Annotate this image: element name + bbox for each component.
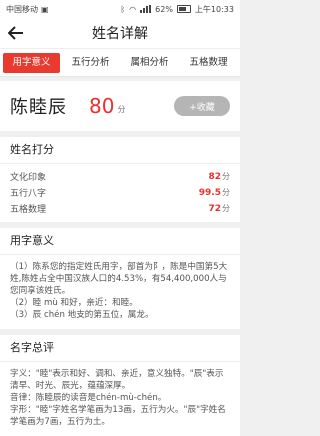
app-bar: 姓名详解	[0, 18, 240, 49]
meaning-text: （1）陈系您的指定姓氏用字，部首为阝，陈是中国第5大姓,陈姓占全中国汉族人口的4…	[0, 255, 240, 329]
score-row-bazi: 五行八字 99.5分	[0, 184, 240, 200]
score-row-label: 五格数理	[10, 204, 47, 215]
score-row-label: 五行八字	[10, 188, 47, 199]
status-bar: 中国移动 ▣ ᛒ ◠ 62% 上午10:33	[0, 0, 240, 18]
bluetooth-icon: ᛒ	[120, 4, 126, 14]
score-rows: 文化印象 82分 五行八字 99.5分 五格数理 72分	[0, 164, 240, 222]
summary-card: 名字总评 字义："睦"表示和好、调和、亲近，意义独特。"辰"表示清早、时光、辰光…	[0, 335, 240, 436]
back-button[interactable]	[8, 24, 24, 42]
meaning-line: （2）睦 mù 和好，亲近：和睦。	[10, 298, 138, 308]
tab-five-elements[interactable]: 五行分析	[62, 53, 119, 73]
meaning-line: （3）辰 chén 地支的第五位，属龙。	[10, 310, 154, 320]
summary-line: 字义："睦"表示和好、调和、亲近，意义独特。"辰"表示清早、时光、辰光，蕴蕴深厚…	[10, 369, 224, 391]
total-score: 80	[89, 94, 115, 118]
wifi-icon: ◠	[129, 4, 137, 14]
score-row-value: 72分	[208, 203, 230, 214]
score-row-value: 99.5分	[198, 187, 230, 198]
meaning-line: （1）陈系您的指定姓氏用字，部首为阝，陈是中国第5大姓,陈姓占全中国汉族人口的4…	[10, 262, 228, 296]
full-name: 陈睦辰	[10, 97, 67, 118]
signal-icon	[140, 5, 152, 13]
tab-bar: 用字意义 五行分析 属相分析 五格数理	[0, 49, 240, 77]
page-title: 姓名详解	[92, 26, 148, 42]
carrier-label: 中国移动	[6, 4, 38, 14]
score-row-culture: 文化印象 82分	[0, 168, 240, 184]
summary-line: 音律：陈睦辰的读音是chén-mù-chén。	[10, 393, 167, 403]
summary-card-title: 名字总评	[0, 335, 240, 362]
score-row-value: 82分	[208, 171, 230, 182]
score-unit: 分	[117, 104, 126, 114]
tab-meaning[interactable]: 用字意义	[3, 52, 60, 73]
tab-zodiac[interactable]: 属相分析	[121, 53, 178, 73]
meaning-card: 用字意义 （1）陈系您的指定姓氏用字，部首为阝，陈是中国第5大姓,陈姓占全中国汉…	[0, 228, 240, 329]
clock: 上午10:33	[194, 4, 234, 14]
battery-icon	[176, 5, 191, 13]
name-hero: 陈睦辰 80 分 +收藏	[0, 81, 240, 131]
summary-text: 字义："睦"表示和好、调和、亲近，意义独特。"辰"表示清早、时光、辰光，蕴蕴深厚…	[0, 362, 240, 436]
nfc-icon: ▣	[41, 4, 49, 14]
tab-five-grids[interactable]: 五格数理	[180, 53, 237, 73]
scores-card: 姓名打分 文化印象 82分 五行八字 99.5分 五格数理 72分	[0, 137, 240, 222]
scores-card-title: 姓名打分	[0, 137, 240, 164]
status-left: 中国移动 ▣	[6, 4, 49, 15]
battery-percent: 62%	[155, 4, 173, 14]
meaning-card-title: 用字意义	[0, 228, 240, 255]
back-arrow-icon	[8, 26, 23, 40]
summary-line: 字形："睦"字姓名学笔画为13画，五行为火。"辰"字姓名学笔画为7画，五行为土。	[10, 405, 226, 427]
score-row-label: 文化印象	[10, 172, 47, 183]
favorite-button[interactable]: +收藏	[174, 96, 230, 116]
score-row-wuge: 五格数理 72分	[0, 200, 240, 216]
status-right: ᛒ ◠ 62% 上午10:33	[120, 4, 234, 15]
